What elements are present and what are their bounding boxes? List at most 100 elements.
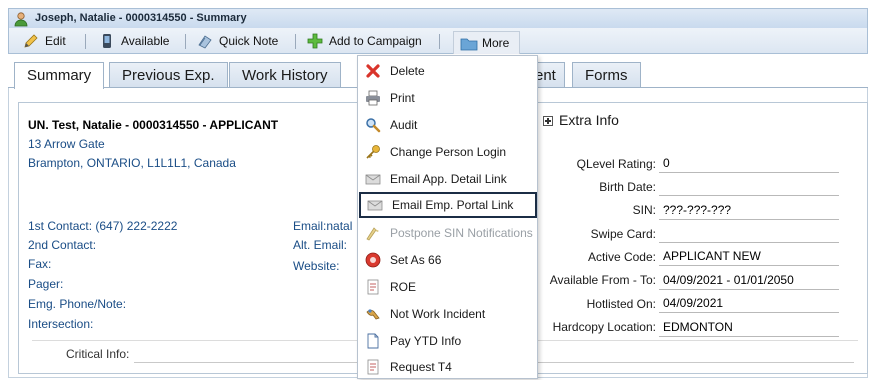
- edit-button[interactable]: Edit: [23, 31, 66, 51]
- pager-label: Pager:: [28, 277, 64, 291]
- qlevel-rating-label: QLevel Rating:: [576, 157, 656, 171]
- extra-info-header[interactable]: Extra Info: [543, 112, 619, 128]
- second-contact-label: 2nd Contact:: [28, 238, 97, 252]
- available-label: Available: [121, 34, 170, 48]
- menu-item-label: Postpone SIN Notifications: [390, 226, 533, 240]
- available-button[interactable]: Available: [99, 31, 169, 51]
- birth-date-label: Birth Date:: [599, 180, 656, 194]
- extra-info-title: Extra Info: [559, 112, 619, 128]
- fax-label: Fax:: [28, 257, 52, 271]
- first-contact: 1st Contact: (647) 222-2222: [28, 219, 177, 233]
- address-line-1: 13 Arrow Gate: [28, 137, 105, 151]
- magnifier-icon: [365, 117, 381, 133]
- menu-item-label: Set As 66: [390, 253, 442, 267]
- first-contact-value: (647) 222-2222: [95, 219, 178, 233]
- sin-label: SIN:: [632, 203, 656, 217]
- more-button[interactable]: More: [453, 31, 521, 54]
- menu-item-email-emp-portal-link[interactable]: Email Emp. Portal Link: [359, 192, 537, 218]
- plus-icon: [307, 33, 323, 49]
- more-dropdown-menu: Delete Print Audit Change Person Login E…: [357, 55, 538, 379]
- menu-item-not-work-incident[interactable]: Not Work Incident: [359, 301, 537, 327]
- qlevel-rating-value: 0: [659, 156, 839, 173]
- tab-summary[interactable]: Summary: [14, 62, 105, 89]
- hardcopy-location-value: EDMONTON: [659, 320, 839, 337]
- swipe-card-value: [659, 226, 839, 243]
- set66-icon: [365, 252, 381, 268]
- hotlisted-on-value: 04/09/2021: [659, 296, 839, 313]
- toolbar-divider: [185, 34, 186, 49]
- sin-value: ???-???-???: [659, 203, 839, 220]
- postpone-icon: [365, 225, 381, 241]
- key-icon: [365, 144, 381, 160]
- add-to-campaign-button[interactable]: Add to Campaign: [307, 31, 422, 51]
- email-label: Email:: [293, 219, 327, 233]
- menu-item-print[interactable]: Print: [359, 85, 537, 111]
- menu-item-email-app-detail-link[interactable]: Email App. Detail Link: [359, 166, 537, 192]
- menu-item-label: Pay YTD Info: [390, 334, 462, 348]
- menu-item-pay-ytd-info[interactable]: Pay YTD Info: [359, 328, 537, 354]
- page-icon: [365, 333, 381, 349]
- active-code-label: Active Code:: [587, 250, 656, 264]
- more-label: More: [482, 36, 510, 50]
- document-icon: [365, 279, 381, 295]
- first-contact-label: 1st Contact:: [28, 219, 93, 233]
- quick-note-button[interactable]: Quick Note: [197, 31, 278, 51]
- tab-work-history[interactable]: Work History: [229, 62, 341, 87]
- menu-item-roe[interactable]: ROE: [359, 274, 537, 300]
- menu-item-label: Not Work Incident: [390, 307, 486, 321]
- intersection-label: Intersection:: [28, 317, 94, 331]
- menu-item-delete[interactable]: Delete: [359, 58, 537, 84]
- emg-phone-label: Emg. Phone/Note:: [28, 297, 127, 311]
- envelope-icon: [367, 197, 383, 213]
- menu-item-request-t4[interactable]: Request T4: [359, 354, 537, 380]
- swipe-card-label: Swipe Card:: [590, 227, 656, 241]
- window-title: Joseph, Natalie - 0000314550 - Summary: [35, 12, 247, 24]
- folder-icon: [460, 35, 478, 51]
- toolbar-divider: [85, 34, 86, 49]
- menu-item-label: Email Emp. Portal Link: [392, 198, 514, 212]
- incident-icon: [365, 306, 381, 322]
- quick-note-label: Quick Note: [219, 34, 279, 48]
- menu-item-label: ROE: [390, 280, 417, 294]
- delete-icon: [365, 63, 381, 79]
- alt-email-label: Alt. Email:: [293, 238, 348, 252]
- email: Email:natal: [293, 219, 352, 233]
- address-line-2: Brampton, ONTARIO, L1L1L1, Canada: [28, 156, 236, 170]
- menu-item-change-person-login[interactable]: Change Person Login: [359, 139, 537, 165]
- menu-item-label: Delete: [390, 64, 425, 78]
- applicant-name: UN. Test, Natalie - 0000314550 - APPLICA…: [28, 118, 279, 132]
- menu-item-label: Email App. Detail Link: [390, 172, 507, 186]
- website-label: Website:: [293, 259, 340, 273]
- envelope-icon: [365, 171, 381, 187]
- person-icon: [13, 11, 29, 27]
- menu-item-label: Change Person Login: [390, 145, 507, 159]
- menu-item-label: Print: [390, 91, 415, 105]
- document-icon: [365, 359, 381, 375]
- menu-item-set-as-66[interactable]: Set As 66: [359, 247, 537, 273]
- menu-item-postpone-sin-notifications[interactable]: Postpone SIN Notifications: [359, 220, 537, 246]
- toolbar: Edit Available Quick Note Add to Campaig…: [8, 28, 868, 54]
- phone-icon: [99, 33, 115, 49]
- birth-date-value: [659, 179, 839, 196]
- active-code-value: APPLICANT NEW: [659, 249, 839, 266]
- critical-info-label: Critical Info:: [66, 347, 130, 361]
- menu-item-label: Audit: [390, 118, 418, 132]
- pencil-icon: [23, 33, 39, 49]
- note-icon: [197, 33, 213, 49]
- window-title-bar: Joseph, Natalie - 0000314550 - Summary: [8, 8, 868, 28]
- tab-previous-exp[interactable]: Previous Exp.: [109, 62, 228, 87]
- hotlisted-on-label: Hotlisted On:: [586, 297, 656, 311]
- printer-icon: [365, 90, 381, 106]
- email-value: natal: [326, 219, 353, 233]
- available-from-to-label: Available From - To:: [549, 273, 656, 287]
- edit-label: Edit: [45, 34, 66, 48]
- tab-forms[interactable]: Forms: [572, 62, 641, 87]
- toolbar-divider: [295, 34, 296, 49]
- menu-item-audit[interactable]: Audit: [359, 112, 537, 138]
- available-from-to-value: 04/09/2021 - 01/01/2050: [659, 273, 839, 290]
- hardcopy-location-label: Hardcopy Location:: [552, 320, 656, 334]
- expand-icon[interactable]: [543, 116, 553, 126]
- toolbar-divider: [439, 34, 440, 49]
- menu-item-label: Request T4: [390, 360, 452, 374]
- add-to-campaign-label: Add to Campaign: [329, 34, 422, 48]
